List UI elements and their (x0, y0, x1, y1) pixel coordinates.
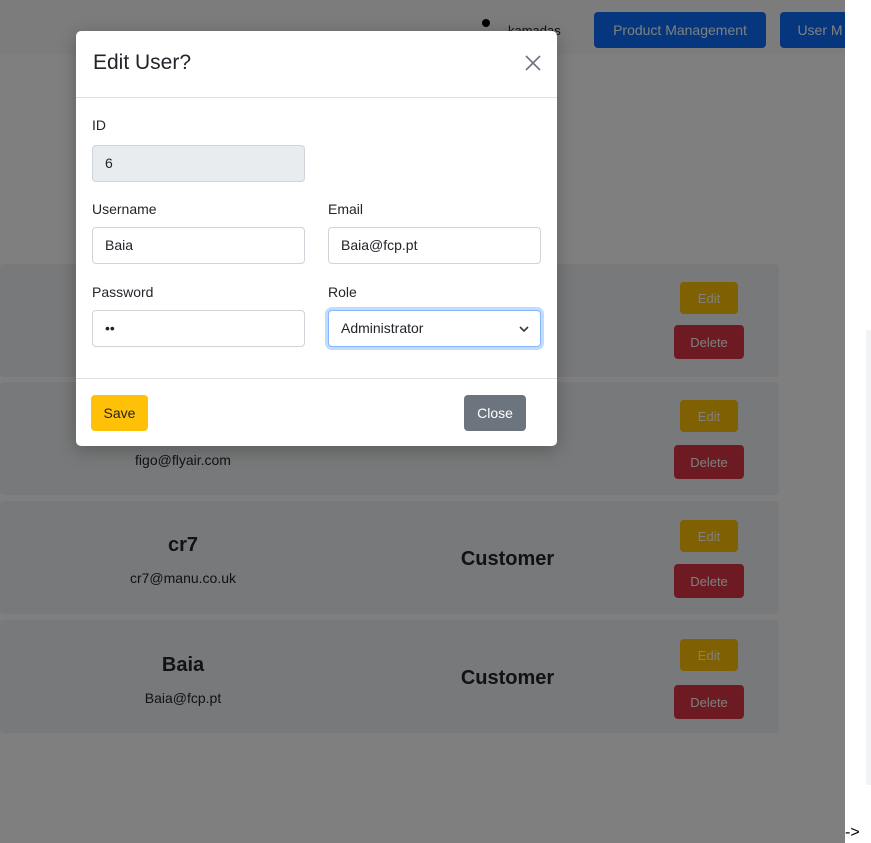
id-label: ID (92, 117, 106, 133)
edit-user-modal: Edit User? ID 6 Username Baia Email Baia… (76, 31, 557, 446)
modal-title: Edit User? (93, 51, 192, 74)
email-field[interactable]: Baia@fcp.pt (328, 227, 541, 264)
modal-footer: Save Close (76, 378, 557, 446)
save-button[interactable]: Save (91, 395, 148, 431)
side-panel-edge (866, 330, 871, 785)
modal-body: ID 6 Username Baia Email Baia@fcp.pt Pas… (76, 98, 557, 378)
email-label: Email (328, 201, 364, 217)
role-select-value: Administrator (341, 320, 424, 336)
chevron-down-icon (519, 326, 529, 333)
username-label: Username (92, 201, 157, 217)
arrow-text: -> (845, 824, 860, 841)
password-label: Password (92, 284, 154, 300)
modal-header: Edit User? (76, 31, 557, 98)
role-label: Role (328, 284, 357, 300)
id-field: 6 (92, 145, 305, 182)
password-field[interactable]: •• (92, 310, 305, 347)
close-button[interactable]: Close (464, 395, 526, 431)
username-field[interactable]: Baia (92, 227, 305, 264)
role-select[interactable]: Administrator (328, 310, 541, 347)
close-icon[interactable] (521, 51, 545, 75)
